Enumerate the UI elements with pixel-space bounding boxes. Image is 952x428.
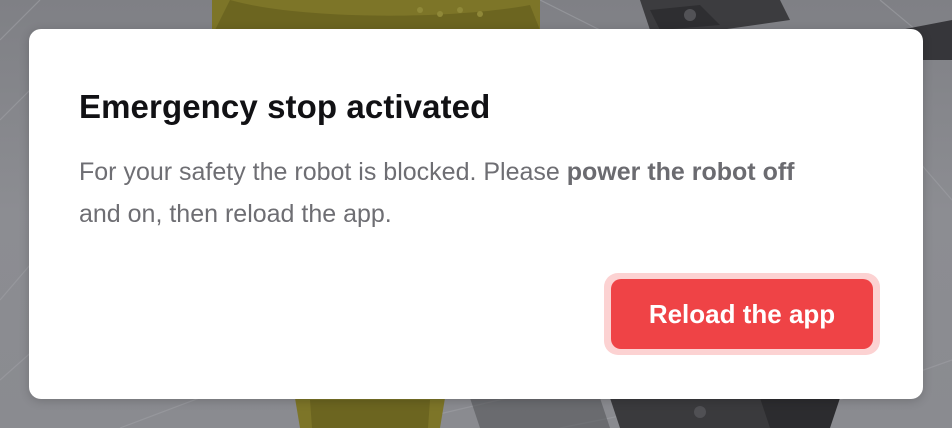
dialog-message: For your safety the robot is blocked. Pl… bbox=[79, 151, 839, 235]
reload-button-focus-ring: Reload the app bbox=[604, 273, 880, 355]
dialog-message-emphasis: power the robot off bbox=[566, 158, 795, 186]
dialog-message-text-before: For your safety the robot is blocked. Pl… bbox=[79, 158, 567, 186]
robot-body-bottom bbox=[295, 398, 445, 428]
reload-app-button[interactable]: Reload the app bbox=[611, 279, 873, 349]
robot-leg-bottom-right bbox=[470, 398, 840, 428]
dialog-title: Emergency stop activated bbox=[79, 88, 491, 125]
emergency-stop-dialog: Emergency stop activated For your safety… bbox=[29, 29, 923, 399]
robot-body-top bbox=[212, 0, 540, 30]
dialog-message-text-after: and on, then reload the app. bbox=[79, 200, 392, 228]
